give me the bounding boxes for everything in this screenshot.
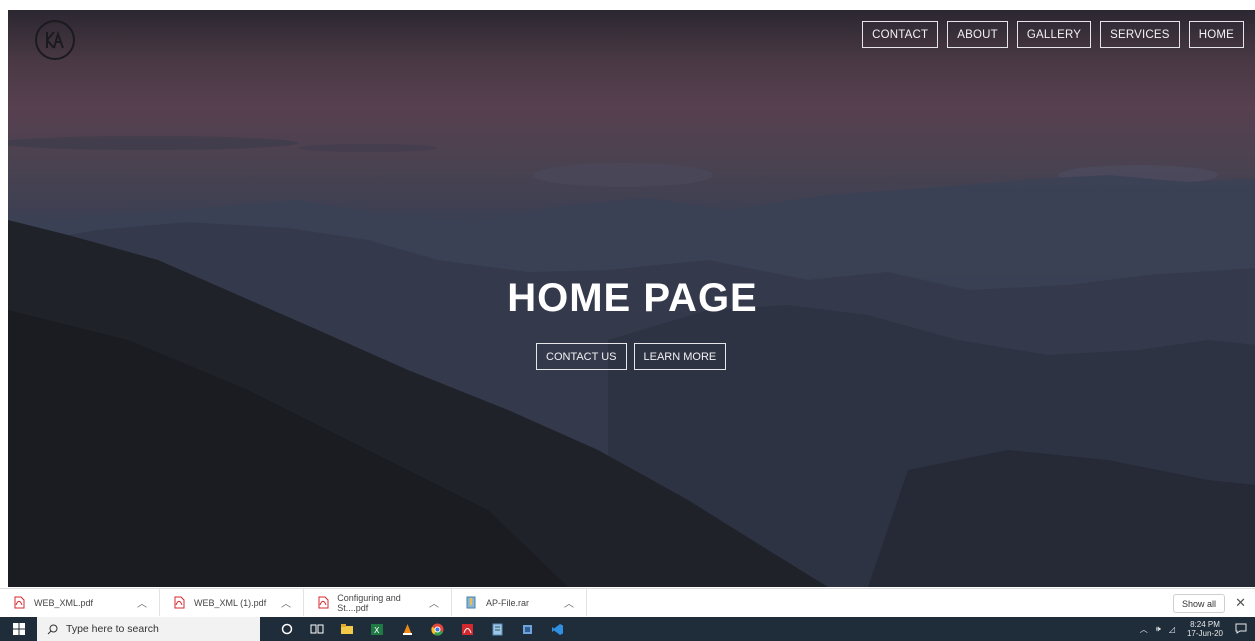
search-placeholder: Type here to search <box>66 623 159 635</box>
svg-text:X: X <box>374 626 380 635</box>
nav-home[interactable]: HOME <box>1188 21 1244 48</box>
download-filename: WEB_XML.pdf <box>34 597 94 608</box>
download-filename: WEB_XML (1).pdf <box>194 597 267 608</box>
close-icon[interactable]: ✕ <box>1235 595 1246 611</box>
start-button[interactable] <box>0 617 37 641</box>
vlc-icon[interactable] <box>392 617 422 641</box>
notepad-icon[interactable] <box>482 617 512 641</box>
chevron-up-icon[interactable]: ︿ <box>281 595 291 610</box>
hero-section: CONTACT ABOUT GALLERY SERVICES HOME HOME… <box>8 10 1255 587</box>
learn-more-button[interactable]: LEARN MORE <box>633 343 727 370</box>
chevron-up-icon[interactable]: ︿ <box>137 595 147 610</box>
pdf-icon <box>316 596 329 610</box>
download-filename: AP-File.rar <box>486 597 530 608</box>
clock-date: 17-Jun-20 <box>1186 629 1223 638</box>
task-view-icon[interactable] <box>302 617 332 641</box>
nav-services[interactable]: SERVICES <box>1100 21 1180 48</box>
download-filename: Configuring and St....pdf <box>337 592 401 613</box>
chevron-up-icon[interactable]: ︿ <box>429 595 439 610</box>
windows-taskbar: Type here to search X ︿ 🕪 ◿ 8:24 PM 17-J… <box>0 617 1255 641</box>
vscode-icon[interactable] <box>542 617 572 641</box>
windows-logo-icon <box>12 623 25 635</box>
file-explorer-icon[interactable] <box>332 617 362 641</box>
nav-gallery[interactable]: GALLERY <box>1016 21 1092 48</box>
cortana-icon[interactable] <box>272 617 302 641</box>
download-item[interactable]: AP-File.rar ︿ <box>452 589 587 616</box>
excel-icon[interactable]: X <box>362 617 392 641</box>
download-item[interactable]: WEB_XML (1).pdf ︿ <box>160 589 304 616</box>
clock[interactable]: 8:24 PM 17-Jun-20 <box>1187 620 1223 638</box>
notifications-icon[interactable] <box>1235 623 1247 636</box>
chrome-icon[interactable] <box>422 617 452 641</box>
logo-mark-icon <box>46 30 64 49</box>
archive-icon <box>464 596 478 610</box>
search-icon <box>47 624 58 635</box>
clock-time: 8:24 PM <box>1190 620 1220 629</box>
nav-about[interactable]: ABOUT <box>947 21 1008 48</box>
pinned-apps: X <box>272 617 572 641</box>
hero-actions: CONTACT US LEARN MORE <box>536 343 727 370</box>
download-item[interactable]: WEB_XML.pdf ︿ <box>0 589 160 616</box>
nav-contact[interactable]: CONTACT <box>862 21 939 48</box>
show-all-button[interactable]: Show all <box>1172 594 1225 613</box>
app-icon[interactable] <box>512 617 542 641</box>
acrobat-icon[interactable] <box>452 617 482 641</box>
contact-us-button[interactable]: CONTACT US <box>536 343 627 370</box>
taskbar-search-input[interactable]: Type here to search <box>37 617 260 641</box>
chevron-up-icon[interactable]: ︿ <box>1140 624 1148 635</box>
hero-title: HOME PAGE <box>507 276 758 320</box>
download-item[interactable]: Configuring and St....pdf ︿ <box>304 589 452 616</box>
pdf-icon <box>172 596 186 610</box>
network-icon[interactable]: ◿ <box>1169 625 1175 634</box>
main-nav: CONTACT ABOUT GALLERY SERVICES HOME <box>862 21 1244 48</box>
pdf-icon <box>12 596 26 610</box>
system-tray: ︿ 🕪 ◿ 8:24 PM 17-Jun-20 <box>1136 617 1255 641</box>
chevron-up-icon[interactable]: ︿ <box>564 595 574 610</box>
download-bar: WEB_XML.pdf ︿ WEB_XML (1).pdf ︿ Configur… <box>0 588 1255 616</box>
volume-icon[interactable]: 🕪 <box>1156 624 1161 634</box>
site-logo[interactable] <box>35 20 75 60</box>
